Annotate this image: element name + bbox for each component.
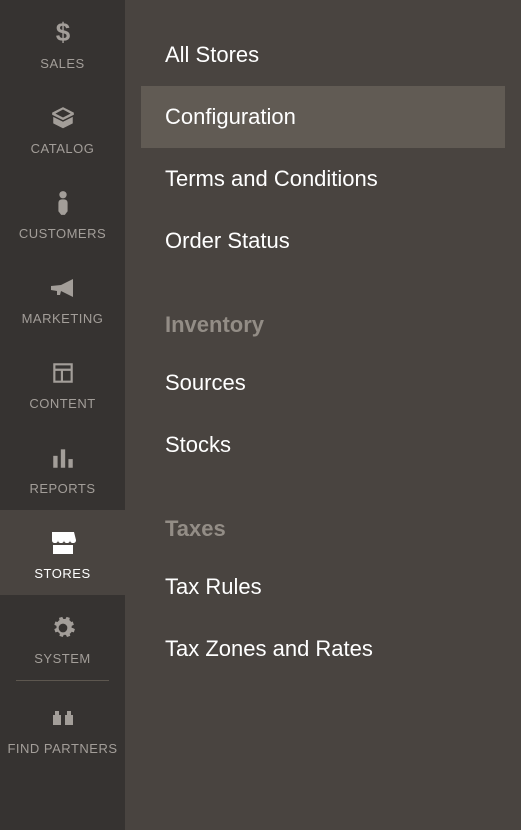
bars-icon: [50, 443, 76, 473]
submenu-item-tax-zones-and-rates[interactable]: Tax Zones and Rates: [141, 618, 505, 680]
submenu-item-order-status[interactable]: Order Status: [141, 210, 505, 272]
sidebar-item-catalog[interactable]: CATALOG: [0, 85, 125, 170]
sidebar-separator: [16, 680, 109, 681]
sidebar-item-label: SALES: [40, 56, 84, 71]
sidebar-item-sales[interactable]: $ SALES: [0, 0, 125, 85]
submenu-header-taxes: Taxes: [141, 476, 505, 556]
submenu-item-configuration[interactable]: Configuration: [141, 86, 505, 148]
sidebar-item-system[interactable]: SYSTEM: [0, 595, 125, 680]
stores-submenu: All Stores Configuration Terms and Condi…: [125, 0, 521, 830]
storefront-icon: [49, 528, 77, 558]
megaphone-icon: [49, 273, 77, 303]
sidebar-item-label: FIND PARTNERS: [7, 741, 117, 756]
sidebar-item-content[interactable]: CONTENT: [0, 340, 125, 425]
sidebar-item-label: CUSTOMERS: [19, 226, 106, 241]
submenu-item-terms-and-conditions[interactable]: Terms and Conditions: [141, 148, 505, 210]
sidebar-item-find-partners[interactable]: FIND PARTNERS: [0, 685, 125, 770]
sidebar-item-label: CATALOG: [31, 141, 95, 156]
submenu-item-stocks[interactable]: Stocks: [141, 414, 505, 476]
submenu-item-sources[interactable]: Sources: [141, 352, 505, 414]
submenu-item-tax-rules[interactable]: Tax Rules: [141, 556, 505, 618]
gear-icon: [50, 613, 76, 643]
box-icon: [50, 103, 76, 133]
sidebar-item-label: CONTENT: [29, 396, 95, 411]
svg-text:$: $: [55, 19, 70, 47]
sidebar-item-stores[interactable]: STORES: [0, 510, 125, 595]
sidebar-item-reports[interactable]: REPORTS: [0, 425, 125, 510]
layout-icon: [50, 358, 76, 388]
person-icon: [52, 188, 74, 218]
blocks-icon: [49, 703, 77, 733]
submenu-header-inventory: Inventory: [141, 272, 505, 352]
sidebar-item-label: STORES: [34, 566, 90, 581]
submenu-item-all-stores[interactable]: All Stores: [141, 24, 505, 86]
sidebar-item-customers[interactable]: CUSTOMERS: [0, 170, 125, 255]
primary-sidebar: $ SALES CATALOG CUSTOMERS MARKETING CONT…: [0, 0, 125, 830]
sidebar-item-label: REPORTS: [29, 481, 95, 496]
dollar-icon: $: [53, 18, 73, 48]
sidebar-item-marketing[interactable]: MARKETING: [0, 255, 125, 340]
sidebar-item-label: MARKETING: [22, 311, 104, 326]
sidebar-item-label: SYSTEM: [34, 651, 90, 666]
